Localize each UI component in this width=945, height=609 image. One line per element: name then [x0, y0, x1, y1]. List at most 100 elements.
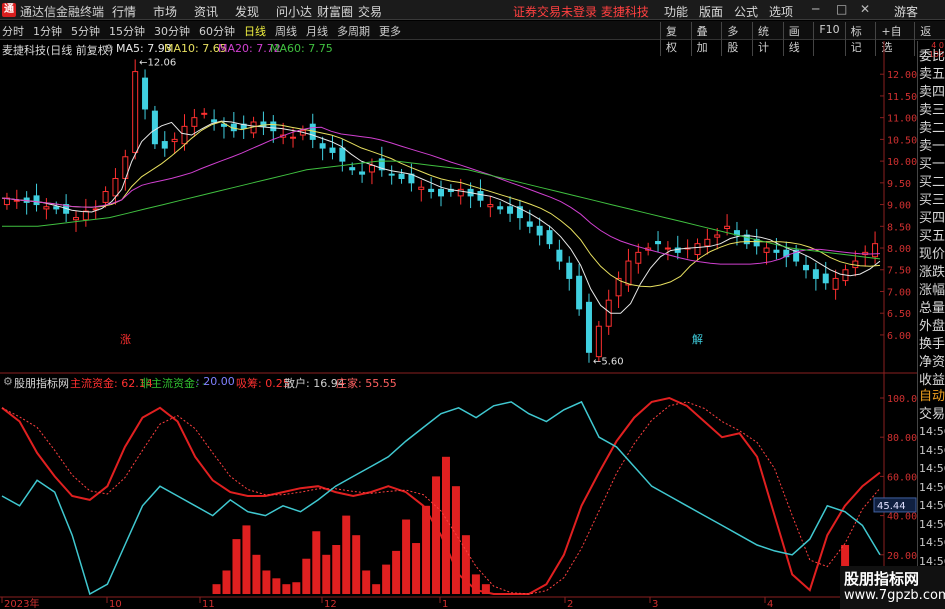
- auto-label[interactable]: 自动: [919, 385, 945, 404]
- candle-body-1: [13, 199, 20, 202]
- chart-area[interactable]: 12.00 11.50 11.00 10.50 10.00 9.50 9.00 8.50 8.0…: [0, 41, 917, 609]
- period-tab-1[interactable]: 1分钟: [33, 23, 62, 39]
- candle-body-34: [339, 147, 346, 162]
- accum-bar-43: [432, 476, 440, 594]
- quote-row-3: 卖三: [919, 103, 945, 118]
- price-label-8: 8.00: [887, 244, 911, 255]
- period-tab-6[interactable]: 日线: [244, 23, 266, 39]
- right-menu-item-1[interactable]: 版面: [699, 3, 723, 20]
- date-label-4: 1: [442, 599, 448, 609]
- candle-body-81: [803, 264, 810, 271]
- trade-label[interactable]: 交易: [919, 403, 945, 422]
- price-label-0: 12.00: [887, 70, 917, 81]
- maximize-icon[interactable]: □: [836, 2, 847, 16]
- candle-body-39: [388, 173, 395, 176]
- candle-body-72: [714, 234, 721, 238]
- quote-row-6: 买一: [919, 157, 945, 172]
- quote-panel: 4 0 100 委比 卖五 卖四 卖三 卖二 卖一 买一 买二 买三 买四 买五 现价 涨跌 涨幅 总量 外盘…: [917, 41, 945, 609]
- menu-item-5[interactable]: 财富圈: [317, 3, 358, 20]
- candle-body-84: [832, 277, 839, 290]
- period-tab-7[interactable]: 周线: [275, 23, 297, 39]
- quote-row-13: 涨幅: [919, 283, 945, 298]
- candle-body-82: [812, 269, 819, 279]
- candle-body-64: [635, 251, 642, 264]
- chart-title-bar: 麦捷科技(日线 前复权) ⚙ MA5: 7.93 MA10: 7.65 MA20…: [0, 41, 915, 57]
- tick-time-5: 14:56: [919, 517, 945, 531]
- candle-body-18: [181, 125, 188, 145]
- close-icon[interactable]: ✕: [860, 2, 870, 16]
- candle-body-70: [694, 243, 701, 256]
- app-title: 通达信金融终端: [20, 5, 105, 19]
- candle-body-49: [487, 204, 494, 208]
- menu-item-1[interactable]: 市场: [153, 3, 194, 20]
- period-tab-8[interactable]: 月线: [306, 23, 328, 39]
- accum-bar-22: [222, 570, 231, 594]
- candle-body-11: [112, 177, 119, 197]
- price-label-3: 10.50: [887, 135, 917, 146]
- candle-body-3: [33, 195, 40, 206]
- period-tab-4[interactable]: 30分钟: [154, 23, 190, 39]
- event-marker-up: 涨: [120, 333, 131, 346]
- accum-bar-38: [382, 564, 391, 594]
- period-tab-5[interactable]: 60分钟: [199, 23, 235, 39]
- candle-body-56: [556, 249, 563, 262]
- accum-bar-42: [422, 505, 431, 594]
- date-label-2: 11: [202, 599, 215, 609]
- ind-label-2: 60.00: [887, 472, 917, 483]
- candle-body-21: [211, 119, 218, 123]
- guest-label[interactable]: 游客: [894, 3, 918, 20]
- candle-body-7: [72, 217, 79, 221]
- accum-bar-46: [461, 535, 470, 594]
- quote-row-11: 现价: [919, 247, 945, 262]
- tick-time-4: 14:56: [919, 499, 945, 512]
- menu-item-4[interactable]: 问小达: [276, 3, 317, 20]
- indicator-name[interactable]: 股朋指标网: [14, 375, 69, 391]
- indicator-settings-icon[interactable]: ⚙: [3, 375, 13, 388]
- accum-bar-34: [342, 515, 351, 594]
- right-menu-item-3[interactable]: 选项: [769, 3, 793, 20]
- menu-item-0[interactable]: 行情: [112, 3, 153, 20]
- price-label-11: 6.50: [887, 309, 911, 320]
- period-tab-0[interactable]: 分时: [2, 23, 24, 39]
- period-tab-9[interactable]: 多周期: [337, 23, 370, 39]
- right-menu-item-0[interactable]: 功能: [664, 3, 688, 20]
- menu-item-6[interactable]: 交易: [358, 3, 399, 20]
- candle-body-48: [477, 191, 484, 201]
- candle-body-60: [595, 325, 602, 358]
- candle-body-73: [724, 225, 731, 229]
- quote-row-5: 卖一: [919, 139, 945, 154]
- period-toolbar: 分时 1分钟 5分钟 15分钟 30分钟 60分钟 日线 周线 月线 多周期 更多 复权 叠加 多股 统计…: [0, 21, 945, 56]
- candle-body-53: [526, 221, 533, 227]
- period-tab-3[interactable]: 15分钟: [109, 23, 145, 39]
- accum-bar-31: [312, 531, 321, 594]
- price-label-9: 7.50: [887, 266, 911, 277]
- menu-item-2[interactable]: 资讯: [194, 3, 235, 20]
- candle-body-36: [359, 171, 366, 175]
- candle-body-83: [822, 273, 829, 284]
- dealer-value: 庄家: 55.55: [336, 377, 397, 390]
- candle-body-14: [142, 77, 149, 110]
- minimize-icon[interactable]: ─: [812, 2, 819, 16]
- candle-body-20: [201, 112, 208, 115]
- period-tab-2[interactable]: 5分钟: [71, 23, 100, 39]
- current-value-label: 45.44: [877, 501, 906, 512]
- quote-row-4: 卖二: [919, 121, 945, 136]
- app-logo-icon: 通: [2, 3, 16, 17]
- candle-body-59: [585, 301, 592, 353]
- login-warning[interactable]: 证券交易未登录 麦捷科技: [513, 3, 649, 20]
- right-menu-item-2[interactable]: 公式: [734, 3, 758, 20]
- settings-gear-icon[interactable]: ⚙: [104, 42, 114, 55]
- candle-body-50: [497, 206, 504, 210]
- stock-name: 麦捷科技(日线 前复权): [2, 44, 114, 57]
- period-tab-10[interactable]: 更多: [379, 23, 401, 39]
- level-value: : 20.00: [196, 375, 235, 388]
- date-label-5: 2: [567, 599, 573, 609]
- accum-bar-25: [252, 554, 261, 594]
- price-label-10: 7.00: [887, 287, 911, 298]
- quote-row-17: 净资: [919, 355, 945, 370]
- candle-body-19: [191, 117, 198, 127]
- ind-label-0: 100.00: [887, 394, 917, 405]
- menu-item-3[interactable]: 发现: [235, 3, 276, 20]
- candle-body-51: [507, 206, 514, 214]
- date-label-7: 4: [767, 599, 773, 609]
